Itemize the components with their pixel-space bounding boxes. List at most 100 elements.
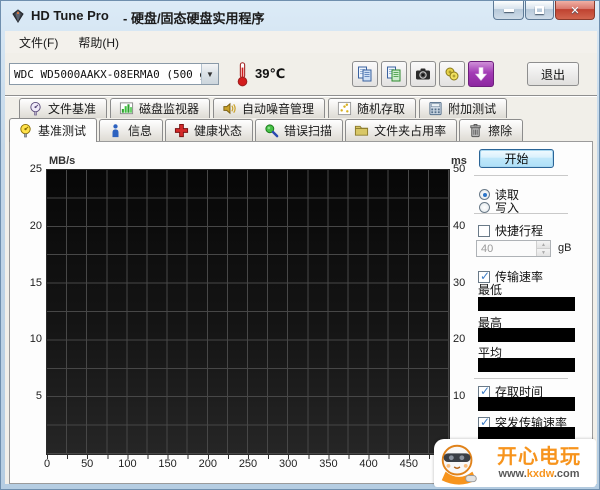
x-tick-450: 450 xyxy=(399,458,418,470)
x-tick-50: 50 xyxy=(81,458,94,470)
tab-label: 附加测试 xyxy=(448,101,497,116)
temperature-value: 39℃ xyxy=(255,66,286,81)
tab-基准测试[interactable]: 基准测试 xyxy=(9,118,98,142)
benchmark-controls: 开始 读取 写入 快捷行程 40 ▲ ▼ gB ✓ 传输速率 最低 最高 平均 … xyxy=(466,142,592,483)
tab-label: 信息 xyxy=(128,123,153,138)
spin-up-icon[interactable]: ▲ xyxy=(537,241,550,248)
tab-label: 健康状态 xyxy=(194,123,243,138)
x-tick-400: 400 xyxy=(359,458,378,470)
spin-down-icon[interactable]: ▼ xyxy=(537,248,550,256)
copy-pages-green-icon xyxy=(386,66,402,82)
left-axis-unit: MB/s xyxy=(49,155,76,167)
divider xyxy=(474,175,568,176)
info-icon xyxy=(108,123,123,138)
disk-monitor-icon xyxy=(119,101,134,116)
health-icon xyxy=(174,123,189,138)
maximize-button[interactable] xyxy=(525,1,554,20)
y-left-tick-10: 10 xyxy=(29,333,42,346)
min-value-box xyxy=(478,297,575,311)
x-tick-0: 0 xyxy=(43,458,51,470)
drive-select-value: WDC WD5000AAKX-08ERMA0 (500 gB) xyxy=(14,67,201,81)
minimize-button[interactable] xyxy=(493,1,524,20)
y-left-tick-5: 5 xyxy=(35,390,42,403)
short-stroke-value: 40 xyxy=(481,243,494,255)
short-stroke-checkbox[interactable] xyxy=(478,224,490,237)
file-benchmark-icon xyxy=(28,101,43,116)
app-window: HD Tune Pro - 硬盘/固态硬盘实用程序 ✕ 文件(F) 帮助(H) W… xyxy=(0,0,600,490)
short-stroke-option[interactable]: 快捷行程 xyxy=(478,222,543,239)
tab-label: 文件基准 xyxy=(48,101,97,116)
write-radio[interactable] xyxy=(479,202,490,213)
short-stroke-spinner[interactable]: 40 ▲ ▼ xyxy=(476,240,551,257)
close-button[interactable]: ✕ xyxy=(555,1,595,20)
access-time-checkbox[interactable] xyxy=(478,384,490,398)
y-left-tick-20: 20 xyxy=(29,219,42,232)
client-area: 文件(F) 帮助(H) WDC WD5000AAKX-08ERMA0 (500 g… xyxy=(5,31,597,484)
tab-label: 基准测试 xyxy=(38,123,87,138)
transfer-rate-label: 传输速率 xyxy=(495,270,544,284)
tab-磁盘监视器[interactable]: 磁盘监视器 xyxy=(110,98,211,118)
tab-文件夹占用率[interactable]: 文件夹占用率 xyxy=(345,119,458,141)
tab-label: 擦除 xyxy=(488,123,513,138)
menu-item-帮助(H)[interactable]: 帮助(H) xyxy=(68,31,129,54)
tab-随机存取[interactable]: 随机存取 xyxy=(328,98,417,118)
close-icon: ✕ xyxy=(570,4,580,17)
folder-usage-icon xyxy=(354,123,369,138)
drive-select[interactable]: WDC WD5000AAKX-08ERMA0 (500 gB) ▼ xyxy=(9,63,219,85)
title-bar: HD Tune Pro - 硬盘/固态硬盘实用程序 ✕ xyxy=(1,1,599,31)
donate-button[interactable] xyxy=(438,61,465,87)
min-label: 最低 xyxy=(478,283,503,297)
x-tick-150: 150 xyxy=(158,458,177,470)
window-subtitle: - 硬盘/固态硬盘实用程序 xyxy=(123,11,265,26)
y-left-tick-25: 25 xyxy=(29,163,42,175)
tab-label: 磁盘监视器 xyxy=(139,101,200,116)
tab-错误扫描[interactable]: 错误扫描 xyxy=(255,119,344,141)
access-time-value-box xyxy=(478,397,575,411)
exit-button[interactable]: 退出 xyxy=(527,62,579,86)
copy-image-button[interactable] xyxy=(380,61,407,87)
x-tick-300: 300 xyxy=(279,458,298,470)
tab-附加测试[interactable]: 附加测试 xyxy=(419,98,508,118)
start-button[interactable]: 开始 xyxy=(479,149,554,168)
benchmark-icon xyxy=(18,123,33,138)
screenshot-button[interactable] xyxy=(409,61,436,87)
kxdw-watermark[interactable]: 开心电玩 www.kxdw.com xyxy=(434,439,596,487)
copy-pages-blue-icon xyxy=(357,66,373,82)
mascot-icon xyxy=(436,440,482,486)
tab-label: 错误扫描 xyxy=(284,123,333,138)
tab-擦除[interactable]: 擦除 xyxy=(459,119,524,141)
max-value-box xyxy=(478,328,575,342)
tab-自动噪音管理[interactable]: 自动噪音管理 xyxy=(213,98,326,118)
update-button[interactable] xyxy=(467,61,494,87)
thermometer-icon xyxy=(235,61,251,87)
camera-icon xyxy=(415,66,431,82)
short-stroke-unit: gB xyxy=(558,242,572,254)
toolbar: WDC WD5000AAKX-08ERMA0 (500 gB) ▼ 39℃ 退出 xyxy=(5,53,597,95)
watermark-title: 开心电玩 xyxy=(497,445,581,468)
tab-row-1: 文件基准 磁盘监视器 自动噪音管理 随机存取 附加测试 xyxy=(19,97,597,118)
extra-tests-icon xyxy=(428,101,443,116)
x-tick-200: 200 xyxy=(198,458,217,470)
tab-row-2: 基准测试 信息 健康状态 错误扫描 文件夹占用率 擦除 xyxy=(9,118,597,142)
tab-strip: 文件基准 磁盘监视器 自动噪音管理 随机存取 附加测试 基准测试 信息 健康状态 错误扫描 文件… xyxy=(5,97,597,142)
short-stroke-label: 快捷行程 xyxy=(495,224,544,238)
plot-area xyxy=(46,169,450,455)
error-scan-icon xyxy=(264,123,279,138)
tab-文件基准[interactable]: 文件基准 xyxy=(19,98,108,118)
maximize-icon xyxy=(535,6,544,14)
menu-item-文件(F)[interactable]: 文件(F) xyxy=(9,31,68,54)
window-title: HD Tune Pro xyxy=(31,8,109,23)
chevron-down-icon[interactable]: ▼ xyxy=(201,64,218,84)
x-tick-100: 100 xyxy=(118,458,137,470)
coins-icon xyxy=(444,66,460,82)
x-tick-250: 250 xyxy=(238,458,258,470)
copy-text-button[interactable] xyxy=(351,61,378,87)
minimize-icon xyxy=(503,8,514,12)
tab-label: 随机存取 xyxy=(357,101,406,116)
tab-label: 自动噪音管理 xyxy=(242,101,315,116)
tab-信息[interactable]: 信息 xyxy=(99,119,164,141)
divider xyxy=(474,378,568,379)
tab-健康状态[interactable]: 健康状态 xyxy=(165,119,254,141)
toolbar-buttons xyxy=(350,61,495,87)
menu-bar: 文件(F) 帮助(H) xyxy=(5,31,597,53)
